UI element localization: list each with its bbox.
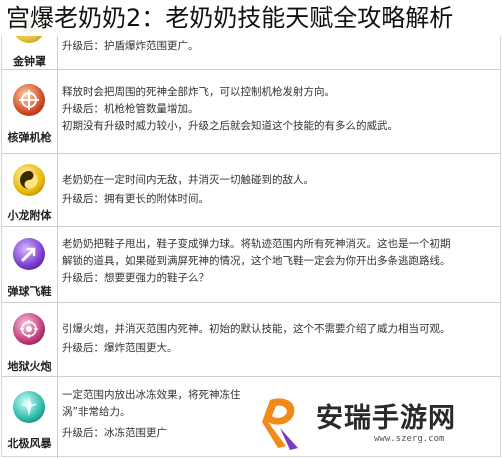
bouncing-shoe-icon [13, 238, 45, 270]
site-url: www.szerg.com [374, 434, 445, 444]
skills-table: 金钟罩 升级后：护盾爆炸范围更广。 核弹机枪 释放时会把周围的死神全部炸飞，可以… [1, 0, 501, 458]
skill-name: 弹球飞鞋 [7, 285, 52, 298]
skill-description: 升级后：护盾爆炸范围更广。 [62, 38, 496, 55]
skill-name: 金钟罩 [13, 55, 46, 68]
skill-line: 初期没有升级时威力较小，升级之后就会知道这个技能的有多么的威武。 [62, 120, 398, 132]
site-logo-icon [258, 392, 314, 456]
skill-description: 老奶奶在一定时间内无敌，并消灭一切触碰到的敌人。 升级后：拥有更长的附体时间。 [62, 172, 496, 208]
skill-icon-cell: 弹球飞鞋 [2, 227, 58, 302]
skill-description: 释放时会把周围的死神全部炸飞，可以控制机枪发射方向。 升级后：机枪枪管数量增加。… [62, 84, 496, 135]
skill-icon-cell: 小龙附体 [2, 154, 58, 226]
ice-crystal-icon [13, 391, 45, 423]
skill-line: 升级后：爆炸范围更大。 [62, 342, 178, 354]
skill-name: 小龙附体 [7, 209, 52, 222]
skill-description: 老奶奶把鞋子甩出，鞋子变成弹力球。将轨迹范围内所有死神消灭。这也是一个初期 解锁… [62, 236, 496, 287]
skill-description: 引爆火炮，并消灭范围内死神。初始的默认技能，这个不需要介绍了威力相当可观。 升级… [62, 321, 496, 357]
site-watermark: 安瑞手游网 www.szerg.com [256, 392, 500, 452]
skill-icon-cell: 核弹机枪 [2, 70, 58, 153]
page-title: 宫爆老奶奶2：老奶奶技能天赋全攻略解析 [0, 0, 503, 36]
skill-line: 升级后：想要更强力的鞋子么？ [62, 272, 209, 284]
skill-row-shoe: 弹球飞鞋 老奶奶把鞋子甩出，鞋子变成弹力球。将轨迹范围内所有死神消灭。这也是一个… [2, 227, 500, 303]
skill-icon-cell: 北极风暴 [2, 377, 58, 458]
hell-cannon-icon [13, 313, 45, 345]
site-name: 安瑞手游网 [316, 403, 456, 434]
skill-line: 升级后：护盾爆炸范围更广。 [62, 40, 199, 52]
skill-line: 升级后：拥有更长的附体时间。 [62, 193, 209, 205]
skill-name: 地狱火炮 [7, 360, 52, 373]
skill-row-dragon: 小龙附体 老奶奶在一定时间内无敌，并消灭一切触碰到的敌人。 升级后：拥有更长的附… [2, 154, 500, 227]
skill-row-cannon: 地狱火炮 引爆火炮，并消灭范围内死神。初始的默认技能，这个不需要介绍了威力相当可… [2, 303, 500, 377]
skill-icon-cell: 地狱火炮 [2, 303, 58, 376]
yin-yang-dragon-icon [13, 164, 45, 196]
skill-row-nuke-gun: 核弹机枪 释放时会把周围的死神全部炸飞，可以控制机枪发射方向。 升级后：机枪枪管… [2, 70, 500, 154]
skill-line: 释放时会把周围的死神全部炸飞，可以控制机枪发射方向。 [62, 86, 335, 98]
skill-line: 升级后：机枪枪管数量增加。 [62, 103, 199, 115]
crosshair-icon [13, 84, 45, 116]
skill-name: 核弹机枪 [7, 131, 52, 144]
skill-line: 引爆火炮，并消灭范围内死神。初始的默认技能，这个不需要介绍了威力相当可观。 [62, 323, 451, 335]
skill-line: 解锁的道具，如果碰到满屏死神的情况，这个地飞鞋一定会为你开出多条逃跑路线。 [62, 255, 451, 267]
skill-line: 老奶奶把鞋子甩出，鞋子变成弹力球。将轨迹范围内所有死神消灭。这也是一个初期 [62, 238, 451, 250]
skill-line: 老奶奶在一定时间内无敌，并消灭一切触碰到的敌人。 [62, 174, 314, 186]
skill-name: 北极风暴 [7, 437, 52, 450]
